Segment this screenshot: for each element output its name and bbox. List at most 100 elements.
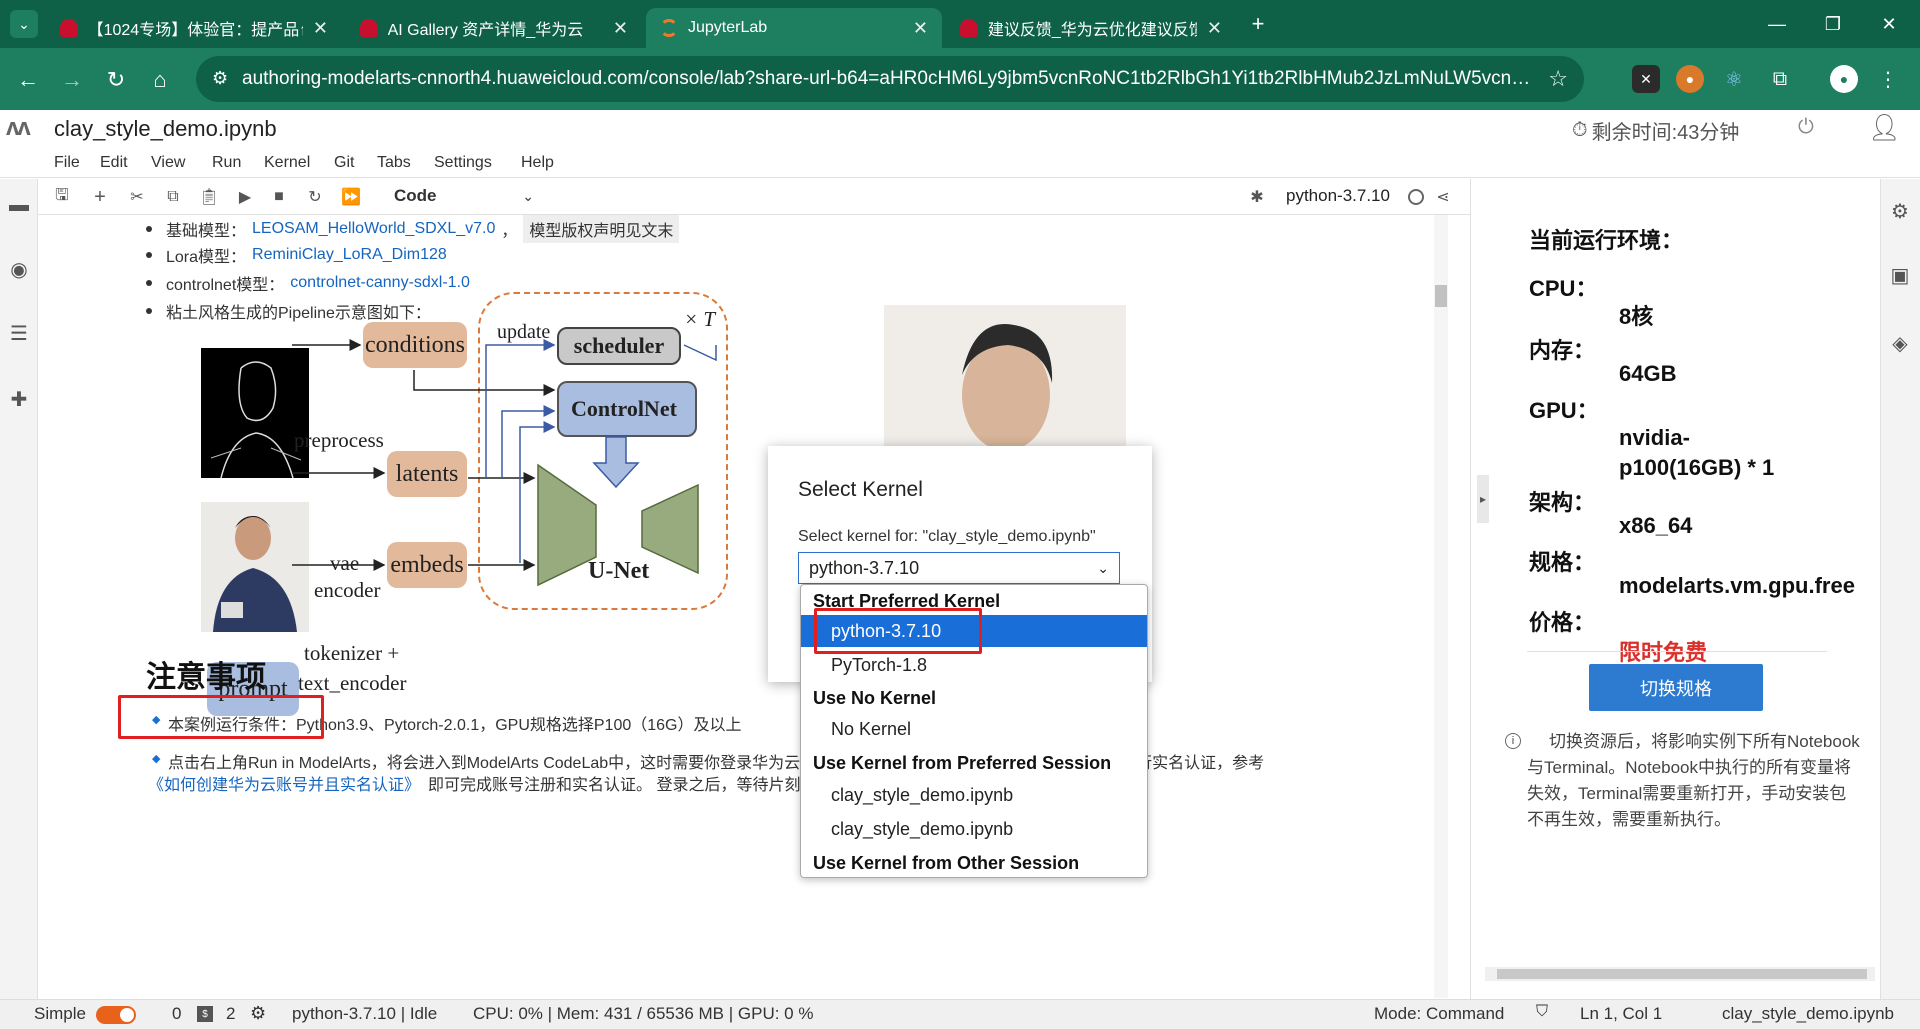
insert-cell-icon[interactable]: + (89, 186, 111, 208)
price-label: 价格： (1529, 610, 1596, 635)
menu-file[interactable]: File (54, 154, 80, 172)
fast-forward-icon[interactable]: ⏩ (340, 186, 362, 208)
cell-type-select[interactable]: Code ⌄ (394, 184, 534, 208)
huawei-icon (360, 19, 378, 37)
kernel-select[interactable]: python-3.7.10 ⌄ (798, 552, 1120, 584)
browser-tab-2[interactable]: AI Gallery 资产详情_华为云 ✕ (346, 8, 642, 48)
group-other-session: Use Kernel from Other Session (813, 852, 1080, 873)
notice-heading: 注意事项 (146, 661, 266, 694)
tab-title: 建议反馈_华为云优化建议反馈 (987, 22, 1197, 39)
highlight-box-conditions (118, 695, 324, 739)
menu-view[interactable]: View (151, 154, 185, 172)
home-icon[interactable]: ⌂ (142, 62, 178, 98)
create-account-link[interactable]: 《如何创建华为云账号并且实名认证》 (148, 771, 420, 795)
scrollbar-thumb[interactable] (1497, 969, 1867, 979)
option-session-2[interactable]: clay_style_demo.ipynb (801, 813, 1147, 845)
toggle-knob (120, 1008, 134, 1022)
cell-type-value: Code (394, 186, 437, 205)
highlight-box-kernel (814, 608, 982, 654)
switch-spec-button[interactable]: 切换规格 (1589, 664, 1763, 711)
architecture-value: x86_64 (1619, 513, 1693, 538)
browser-tab-4[interactable]: 建议反馈_华为云优化建议反馈 ✕ (946, 8, 1236, 48)
resource-monitor-icon[interactable]: ▣ (1888, 263, 1912, 287)
property-inspector-icon[interactable]: ⚙ (1888, 199, 1912, 223)
text-encoder-label: text_encoder (298, 671, 407, 695)
address-bar[interactable]: ⚙ authoring-modelarts-cnnorth4.huaweiclo… (196, 56, 1584, 102)
power-icon[interactable]: ⏻ (1798, 116, 1814, 139)
huawei-icon (60, 19, 78, 37)
collapse-arrow-icon[interactable]: ▸ (1477, 475, 1489, 523)
browser-tab-3[interactable]: JupyterLab ✕ (646, 8, 942, 48)
profile-avatar-icon[interactable]: ● (1830, 65, 1858, 93)
close-icon[interactable]: ✕ (1207, 18, 1222, 39)
extensions-puzzle-icon[interactable]: ⧉ (1766, 65, 1794, 93)
back-icon[interactable]: ← (10, 62, 46, 98)
close-icon[interactable]: ✕ (913, 18, 928, 39)
cookie-extension-icon[interactable]: ● (1676, 65, 1704, 93)
reload-icon[interactable]: ↻ (98, 62, 134, 98)
chevron-down-icon: ⌄ (1097, 559, 1109, 576)
debug-bug-icon[interactable]: ✱ (1246, 186, 1268, 208)
option-no-kernel[interactable]: No Kernel (801, 713, 1147, 745)
restart-icon[interactable]: ↻ (304, 186, 326, 208)
close-icon[interactable]: ✕ (613, 18, 628, 39)
panel-horizontal-scrollbar[interactable] (1485, 967, 1875, 981)
kernel-select-value: python-3.7.10 (809, 557, 920, 578)
menu-edit[interactable]: Edit (100, 154, 128, 172)
extension-icon[interactable]: ✚ (7, 387, 31, 411)
stop-icon[interactable]: ■ (268, 186, 290, 208)
option-session-1[interactable]: clay_style_demo.ipynb (801, 779, 1147, 811)
browser-tab-strip: ⌄ 【1024专场】体验官：提产品↑ ✕ AI Gallery 资产详情_华为云… (0, 0, 1920, 48)
running-stop-icon[interactable]: ◉ (7, 257, 31, 281)
browser-toolbar: ← → ↻ ⌂ ⚙ authoring-modelarts-cnnorth4.h… (0, 48, 1920, 110)
react-extension-icon[interactable]: ⚛ (1720, 65, 1748, 93)
copy-icon[interactable]: ⧉ (162, 186, 184, 208)
minimize-button[interactable]: — (1754, 6, 1800, 42)
info-icon: i (1505, 733, 1521, 749)
menu-kernel[interactable]: Kernel (264, 154, 310, 172)
runtime-environment-panel: ▸ 当前运行环境： CPU： 8核 内存： 64GB GPU： nvidia- … (1470, 179, 1880, 999)
browser-tab-1[interactable]: 【1024专场】体验官：提产品↑ ✕ (46, 8, 342, 48)
menu-tabs[interactable]: Tabs (377, 154, 411, 172)
modelarts-logo-icon: ʌʌ (6, 114, 31, 141)
new-tab-button[interactable]: + (1244, 10, 1272, 38)
user-icon[interactable]: 👤︎ (1868, 112, 1901, 143)
dialog-prompt: Select kernel for: "clay_style_demo.ipyn… (798, 528, 1096, 545)
site-info-icon[interactable]: ⚙ (212, 68, 228, 89)
tab-search-button[interactable]: ⌄ (10, 10, 38, 38)
notification-shield-icon[interactable]: ⛉ (1536, 1003, 1548, 1021)
share-icon[interactable]: ⋖ (1432, 186, 1454, 208)
layers-icon[interactable]: ◈ (1888, 331, 1912, 355)
menu-help[interactable]: Help (521, 154, 554, 172)
close-window-button[interactable]: ✕ (1866, 6, 1912, 42)
run-icon[interactable]: ▶ (234, 186, 256, 208)
notebook-content: 基础模型： LEOSAM_HelloWorld_SDXL_v7.0 ， 模型版权… (38, 215, 1448, 998)
restore-button[interactable]: ❐ (1810, 6, 1856, 42)
menu-settings[interactable]: Settings (434, 154, 492, 172)
kernel-status-text[interactable]: python-3.7.10 | Idle (292, 1004, 437, 1024)
kernel-count: 2 (226, 1004, 236, 1023)
switch-warning-text: 切换资源后，将影响实例下所有Notebook与Terminal。Notebook… (1527, 732, 1860, 829)
content-scrollbar[interactable] (1434, 215, 1448, 998)
menu-git[interactable]: Git (334, 154, 354, 172)
terminal-icon: $ (197, 1006, 213, 1022)
notebook-title[interactable]: clay_style_demo.ipynb (54, 116, 277, 142)
browser-menu-icon[interactable]: ⋮ (1874, 65, 1902, 93)
bookmark-star-icon[interactable]: ☆ (1548, 66, 1568, 92)
cpu-label: CPU： (1529, 276, 1598, 301)
paste-icon[interactable]: 📋︎ (198, 186, 220, 208)
table-of-contents-icon[interactable]: ☰ (7, 321, 31, 345)
folder-icon[interactable]: ▬ (7, 193, 31, 217)
simple-mode-toggle[interactable] (96, 1006, 136, 1024)
close-icon[interactable]: ✕ (313, 18, 328, 39)
divider (1527, 651, 1827, 652)
architecture-label: 架构： (1529, 490, 1596, 515)
kernel-name[interactable]: python-3.7.10 (1286, 186, 1390, 206)
extension-x-icon[interactable]: ✕ (1632, 65, 1660, 93)
forward-icon[interactable]: → (54, 62, 90, 98)
cut-icon[interactable]: ✂ (126, 186, 148, 208)
scrollbar-thumb[interactable] (1435, 285, 1447, 307)
jupyter-header: ʌʌ clay_style_demo.ipynb ⏱ 剩余时间:43分钟 ⏻ 👤… (0, 110, 1920, 150)
save-icon[interactable]: 🖫 (51, 186, 73, 208)
menu-run[interactable]: Run (212, 154, 241, 172)
